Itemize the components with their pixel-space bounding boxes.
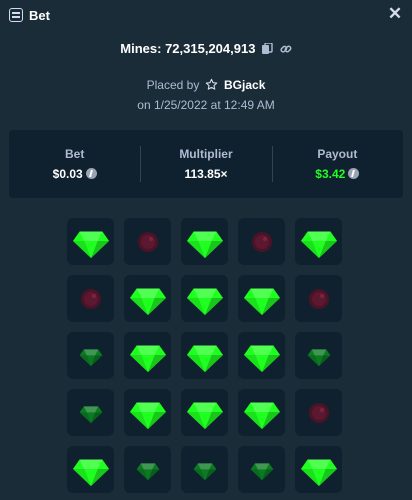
gem-tile[interactable] bbox=[124, 332, 171, 379]
gem-icon bbox=[186, 345, 223, 372]
gem-tile[interactable] bbox=[295, 446, 342, 493]
gem-tile[interactable] bbox=[124, 389, 171, 436]
gem-icon bbox=[193, 462, 216, 480]
gem-tile[interactable] bbox=[67, 446, 114, 493]
gem-tile[interactable] bbox=[124, 275, 171, 322]
multiplier-value: 113.85× bbox=[184, 167, 228, 181]
gem-tile[interactable] bbox=[181, 218, 228, 265]
mine-icon bbox=[137, 231, 158, 252]
gem-tile[interactable] bbox=[181, 275, 228, 322]
gem-icon bbox=[250, 462, 273, 480]
mine-icon bbox=[308, 288, 329, 309]
link-icon[interactable] bbox=[280, 43, 292, 58]
bet-label: Bet bbox=[64, 147, 85, 161]
gem-icon bbox=[129, 402, 166, 429]
placed-by: Placed by BGjack bbox=[0, 78, 412, 94]
gem-icon bbox=[243, 402, 280, 429]
gem-tile-unrevealed[interactable] bbox=[67, 332, 114, 379]
payout-stat: Payout $3.42 bbox=[271, 130, 403, 198]
bet-date: on 1/25/2022 at 12:49 AM bbox=[137, 98, 275, 112]
mines-board bbox=[67, 218, 342, 493]
gem-tile[interactable] bbox=[181, 389, 228, 436]
bet-slip-icon bbox=[9, 8, 23, 22]
star-icon bbox=[205, 78, 218, 94]
mine-icon bbox=[80, 288, 101, 309]
gem-icon bbox=[300, 459, 337, 486]
game-summary: Mines: 72,315,204,913 bbox=[0, 41, 412, 58]
gem-tile[interactable] bbox=[181, 332, 228, 379]
bet-value-row: $0.03 bbox=[9, 167, 140, 181]
mines-id: Mines: 72,315,204,913 bbox=[120, 41, 256, 56]
modal-header: Bet ✕ bbox=[0, 0, 412, 32]
litecoin-icon bbox=[348, 168, 360, 179]
gem-icon bbox=[129, 345, 166, 372]
bet-value: $0.03 bbox=[52, 167, 83, 181]
gem-icon bbox=[72, 231, 109, 258]
gem-icon bbox=[186, 288, 223, 315]
gem-icon bbox=[186, 231, 223, 258]
multiplier-stat: Multiplier 113.85× bbox=[140, 130, 271, 198]
bet-stats-panel: Bet $0.03 Multiplier 113.85× Payout $3.4… bbox=[9, 130, 403, 198]
gem-icon bbox=[307, 348, 330, 366]
bet-stat: Bet $0.03 bbox=[9, 130, 140, 198]
litecoin-icon bbox=[85, 168, 97, 179]
username-link[interactable]: BGjack bbox=[224, 78, 265, 92]
payout-value-row: $3.42 bbox=[272, 167, 403, 181]
gem-tile-unrevealed[interactable] bbox=[67, 389, 114, 436]
gem-icon bbox=[186, 402, 223, 429]
placed-by-label: Placed by bbox=[146, 78, 200, 92]
modal-title: Bet bbox=[29, 8, 50, 23]
gem-icon bbox=[136, 462, 159, 480]
gem-icon bbox=[72, 459, 109, 486]
gem-tile-unrevealed[interactable] bbox=[295, 332, 342, 379]
gem-tile[interactable] bbox=[238, 332, 285, 379]
gem-icon bbox=[243, 288, 280, 315]
gem-tile[interactable] bbox=[67, 218, 114, 265]
gem-icon bbox=[79, 348, 102, 366]
mine-tile-unrevealed[interactable] bbox=[124, 218, 171, 265]
gem-tile[interactable] bbox=[238, 275, 285, 322]
close-icon[interactable]: ✕ bbox=[386, 5, 404, 23]
mine-tile-unrevealed[interactable] bbox=[295, 389, 342, 436]
gem-tile[interactable] bbox=[295, 218, 342, 265]
mine-icon bbox=[308, 402, 329, 423]
gem-tile-unrevealed[interactable] bbox=[124, 446, 171, 493]
gem-icon bbox=[243, 345, 280, 372]
multiplier-label: Multiplier bbox=[179, 147, 233, 161]
payout-label: Payout bbox=[317, 147, 358, 161]
gem-tile-unrevealed[interactable] bbox=[238, 446, 285, 493]
gem-tile-unrevealed[interactable] bbox=[181, 446, 228, 493]
copy-icon[interactable] bbox=[262, 42, 273, 58]
mine-tile-unrevealed[interactable] bbox=[238, 218, 285, 265]
gem-icon bbox=[79, 405, 102, 423]
mine-tile-unrevealed[interactable] bbox=[295, 275, 342, 322]
gem-icon bbox=[129, 288, 166, 315]
payout-value: $3.42 bbox=[315, 167, 346, 181]
mine-icon bbox=[251, 231, 272, 252]
gem-icon bbox=[300, 231, 337, 258]
mine-tile-unrevealed[interactable] bbox=[67, 275, 114, 322]
gem-tile[interactable] bbox=[238, 389, 285, 436]
